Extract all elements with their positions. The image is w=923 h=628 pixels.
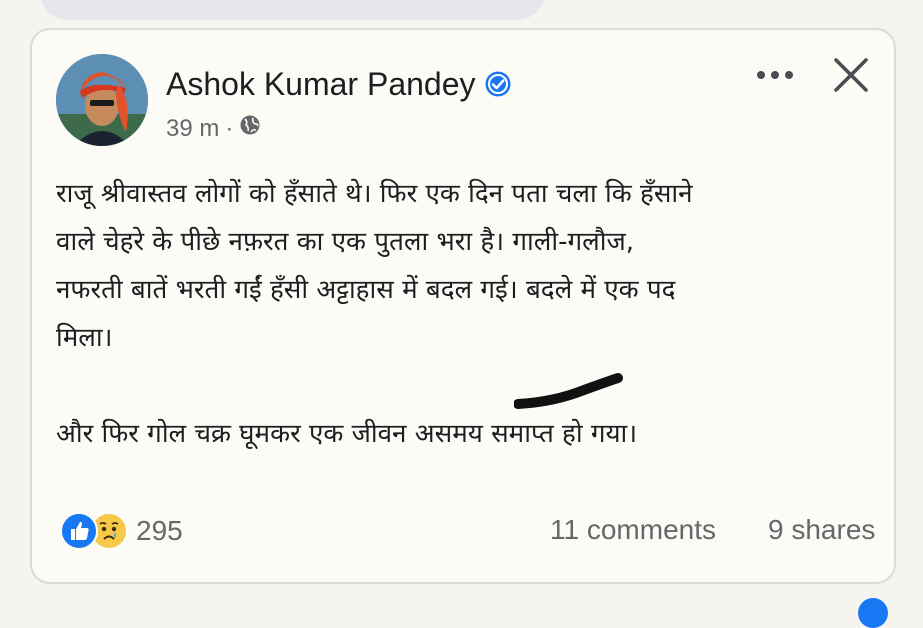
shares-link[interactable]: 9 shares — [768, 514, 875, 546]
author-name-row: Ashok Kumar Pandey — [166, 66, 512, 106]
globe-icon — [239, 114, 261, 143]
post-text-line: मिला। — [56, 323, 113, 353]
author-avatar[interactable] — [56, 54, 148, 146]
previous-post-edge — [40, 0, 545, 20]
meta-separator: · — [225, 114, 234, 142]
comments-link[interactable]: 11 comments — [550, 514, 716, 546]
pen-scribble-mark — [514, 373, 623, 409]
post-body: राजू श्रीवास्तव लोगों को हँसाते थे। फिर … — [56, 170, 856, 458]
post-text-line: राजू श्रीवास्तव लोगों को हँसाते थे। फिर … — [56, 179, 693, 209]
post-meta: 39 m · — [166, 114, 261, 143]
reactions-summary[interactable]: 295 — [60, 512, 183, 550]
avatar-image — [56, 54, 148, 146]
post-text-line: और फिर गोल चक्र घूमकर एक जीवन असमय समाप्… — [56, 419, 638, 449]
close-icon[interactable] — [830, 54, 872, 96]
partial-blue-badge — [858, 598, 888, 628]
verified-badge-icon — [484, 69, 512, 106]
post-text-line: वाले चेहरे के पीछे नफ़रत का एक पुतला भरा… — [56, 227, 635, 257]
author-name[interactable]: Ashok Kumar Pandey — [166, 66, 476, 102]
post-footer: 295 11 comments 9 shares — [60, 508, 876, 554]
post-card: Ashok Kumar Pandey 39 m · राजू श्रीवास्त… — [30, 28, 896, 584]
more-options-icon[interactable] — [750, 60, 800, 90]
like-icon — [60, 512, 98, 550]
post-text-line: नफरती बातें भरती गईं हँसी अट्टाहास में ब… — [56, 275, 676, 305]
reaction-count: 295 — [136, 515, 183, 546]
post-time[interactable]: 39 m — [166, 115, 219, 143]
